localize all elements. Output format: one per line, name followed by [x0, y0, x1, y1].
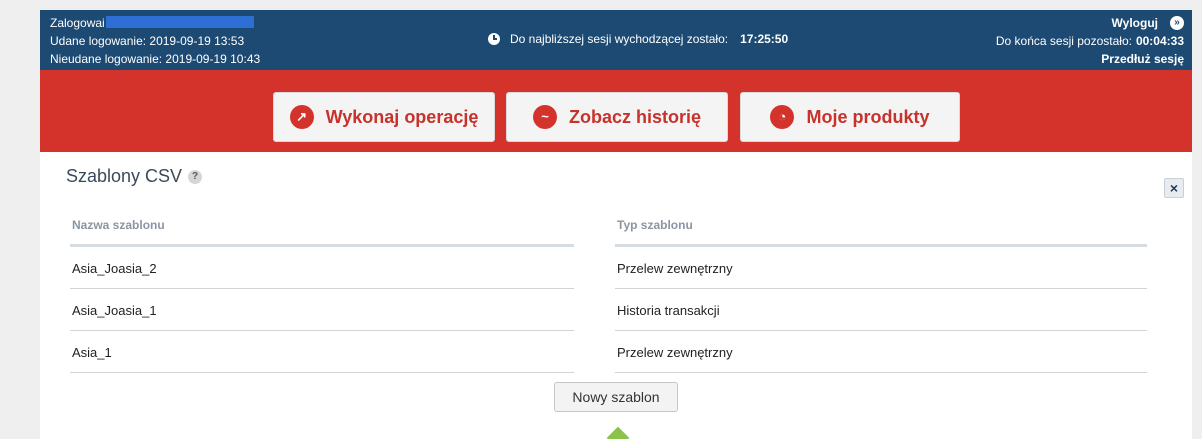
column-header-name[interactable]: Nazwa szablonu — [70, 206, 574, 247]
column-header-type[interactable]: Typ szablonu — [615, 206, 1147, 247]
session-left-label: Do końca sesji pozostało: — [995, 34, 1132, 48]
help-icon[interactable]: ? — [188, 169, 203, 184]
panel-title: Szablony CSV ? — [66, 166, 203, 187]
scroll-marker-icon — [606, 426, 630, 439]
logged-in-line: Zalogowai — [50, 14, 260, 32]
perform-operation-button[interactable]: ↗ Wykonaj operację — [273, 92, 495, 142]
session-remaining: Do końca sesji pozostało: 00:04:33 — [996, 32, 1184, 50]
clock-icon — [488, 33, 500, 45]
table-row[interactable]: Asia_Joasia_1 — [70, 289, 574, 331]
last-success-login: Udane logowanie: 2019-09-19 13:53 — [50, 34, 245, 48]
login-info: Zalogowai Udane logowanie: 2019-09-19 13… — [50, 14, 260, 68]
table-row[interactable]: Przelew zewnętrzny — [615, 247, 1147, 289]
session-bar: Zalogowai Udane logowanie: 2019-09-19 13… — [40, 10, 1192, 70]
edit-icon: ↗ — [289, 105, 314, 129]
outgoing-session-timer: Do najbliższej sesji wychodzącej zostało… — [488, 32, 788, 46]
logged-label: Zalogowai — [50, 16, 105, 30]
outgoing-label: Do najbliższej sesji wychodzącej zostało… — [510, 32, 729, 46]
logout-button[interactable]: Wyloguj » — [996, 14, 1184, 32]
logout-icon[interactable]: » — [1170, 16, 1184, 30]
chart-icon: ~ — [532, 105, 557, 129]
view-history-button[interactable]: ~ Zobacz historię — [506, 92, 728, 142]
view-history-label: Zobacz historię — [568, 106, 702, 127]
session-left-time: 00:04:33 — [1135, 34, 1184, 48]
template-name-column: Nazwa szablonu Asia_Joasia_2 Asia_Joasia… — [70, 206, 574, 373]
template-type-column: Typ szablonu Przelew zewnętrzny Historia… — [615, 206, 1147, 373]
my-products-label: Moje produkty — [806, 106, 930, 127]
table-row[interactable]: Przelew zewnętrzny — [615, 331, 1147, 373]
logout-label[interactable]: Wyloguj — [1112, 14, 1158, 32]
pie-icon: ◔ — [770, 105, 795, 129]
main-nav: ↗ Wykonaj operację ~ Zobacz historię ◔ M… — [40, 70, 1192, 152]
outgoing-time: 17:25:50 — [740, 32, 789, 46]
panel-title-text: Szablony CSV — [66, 166, 183, 186]
app-frame: Zalogowai Udane logowanie: 2019-09-19 13… — [40, 10, 1192, 439]
table-row[interactable]: Asia_Joasia_2 — [70, 247, 574, 289]
session-controls: Wyloguj » Do końca sesji pozostało: 00:04… — [996, 14, 1184, 68]
redacted-username — [105, 16, 254, 28]
close-icon[interactable]: × — [1164, 178, 1184, 198]
perform-operation-label: Wykonaj operację — [325, 106, 479, 127]
my-products-button[interactable]: ◔ Moje produkty — [740, 92, 960, 142]
extend-session-link[interactable]: Przedłuż sesję — [996, 50, 1184, 68]
new-template-button[interactable]: Nowy szablon — [554, 382, 678, 412]
table-row[interactable]: Asia_1 — [70, 331, 574, 373]
last-failed-login: Nieudane logowanie: 2019-09-19 10:43 — [50, 52, 261, 66]
table-row[interactable]: Historia transakcji — [615, 289, 1147, 331]
